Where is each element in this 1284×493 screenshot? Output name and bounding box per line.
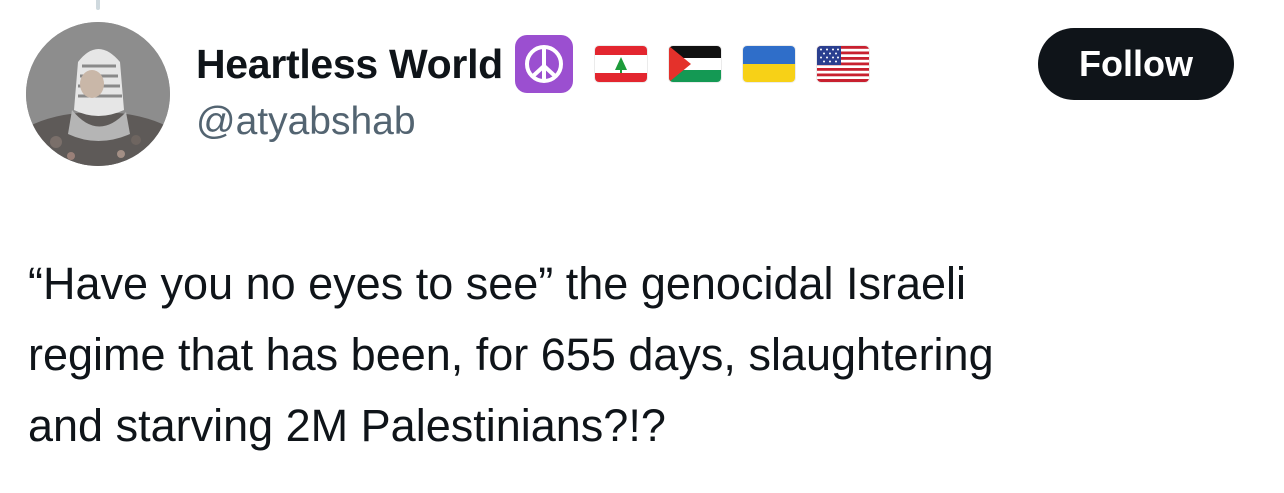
tweet-text-line: and starving 2M Palestinians?!? xyxy=(28,400,666,451)
ukraine-flag-icon xyxy=(742,46,795,82)
palestine-flag-icon xyxy=(668,46,721,82)
tweet-text: “Have you no eyes to see” the genocidal … xyxy=(28,248,1258,461)
tweet-text-line: “Have you no eyes to see” the genocidal … xyxy=(28,258,967,309)
usa-flag-icon xyxy=(816,46,869,82)
display-name[interactable]: Heartless World xyxy=(196,41,503,88)
author-handle[interactable]: @atyabshab xyxy=(196,100,416,144)
follow-button[interactable]: Follow xyxy=(1038,28,1234,100)
avatar-image xyxy=(26,22,170,166)
peace-symbol-icon xyxy=(514,35,573,93)
thread-connector-line xyxy=(96,0,100,10)
author-name-row: Heartless World xyxy=(196,35,869,93)
tweet-text-line: regime that has been, for 655 days, slau… xyxy=(28,329,994,380)
lebanon-flag-icon xyxy=(594,46,647,82)
avatar[interactable] xyxy=(26,22,170,166)
